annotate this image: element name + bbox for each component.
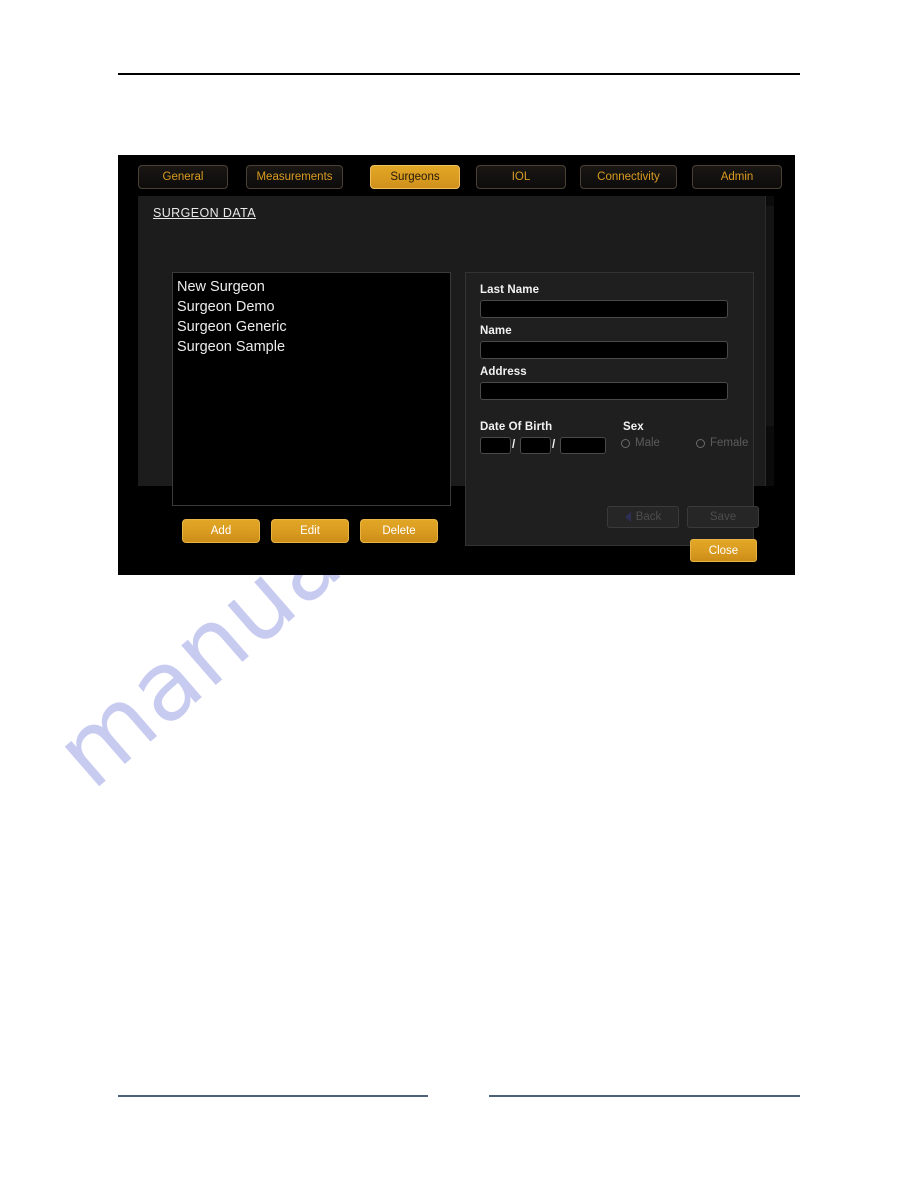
tab-measurements[interactable]: Measurements <box>246 165 343 189</box>
tab-connectivity-label: Connectivity <box>597 171 660 183</box>
tab-surgeons-label: Surgeons <box>390 171 440 183</box>
close-button[interactable]: Close <box>690 539 757 562</box>
delete-button-label: Delete <box>382 525 416 537</box>
sex-radio-male-label: Male <box>635 437 660 449</box>
name-input[interactable] <box>480 341 728 359</box>
address-label: Address <box>480 366 527 378</box>
tab-connectivity[interactable]: Connectivity <box>580 165 677 189</box>
list-item[interactable]: Surgeon Sample <box>173 337 450 357</box>
date-separator-2: / <box>552 439 556 451</box>
save-button-label: Save <box>709 511 737 523</box>
sex-radio-female[interactable]: Female <box>696 437 748 449</box>
edit-button[interactable]: Edit <box>271 519 349 543</box>
save-button[interactable]: Save <box>687 506 759 528</box>
footer-rule-left <box>118 1095 428 1097</box>
page-header-rule <box>118 73 800 75</box>
tab-general-label: General <box>162 171 204 183</box>
tab-surgeons[interactable]: Surgeons <box>370 165 460 189</box>
date-of-birth-month-input[interactable] <box>520 437 551 454</box>
list-item[interactable]: New Surgeon <box>173 277 450 297</box>
date-of-birth-year-input[interactable] <box>560 437 606 454</box>
tab-admin[interactable]: Admin <box>692 165 782 189</box>
close-button-label: Close <box>708 544 739 557</box>
tab-iol-label: IOL <box>511 171 531 183</box>
surgeon-data-panel: SURGEON DATA New Surgeon Surgeon Demo Su… <box>138 196 765 546</box>
list-action-bar: Add Edit Delete <box>182 519 452 544</box>
radio-unchecked-icon <box>621 438 630 448</box>
address-input[interactable] <box>480 382 728 400</box>
last-name-label: Last Name <box>480 284 540 296</box>
last-name-input[interactable] <box>480 300 728 318</box>
list-item[interactable]: Surgeon Generic <box>173 317 450 337</box>
back-button-label: Back <box>635 511 662 523</box>
list-item[interactable]: Surgeon Demo <box>173 297 450 317</box>
sex-label: Sex <box>623 421 644 433</box>
tab-iol[interactable]: IOL <box>476 165 566 189</box>
name-label: Name <box>480 325 512 337</box>
back-button[interactable]: Back <box>607 506 679 528</box>
sex-radio-female-label: Female <box>710 437 749 449</box>
add-button-label: Add <box>210 525 232 537</box>
add-button[interactable]: Add <box>182 519 260 543</box>
panel-scrollbar-thumb[interactable] <box>766 206 774 426</box>
delete-button[interactable]: Delete <box>360 519 438 543</box>
radio-unchecked-icon <box>696 438 705 448</box>
back-arrow-icon <box>624 512 631 522</box>
date-of-birth-label: Date Of Birth <box>480 421 553 433</box>
settings-tab-bar: General Measurements Surgeons IOL Connec… <box>138 165 782 191</box>
surgeon-settings-dialog: General Measurements Surgeons IOL Connec… <box>118 155 795 575</box>
footer-rule-right <box>489 1095 800 1097</box>
panel-scrollbar[interactable] <box>765 196 774 486</box>
date-of-birth-day-input[interactable] <box>480 437 511 454</box>
tab-general[interactable]: General <box>138 165 228 189</box>
tab-admin-label: Admin <box>720 171 754 183</box>
date-separator-1: / <box>512 439 516 451</box>
page-title: SURGEON DATA <box>153 206 256 220</box>
surgeon-list[interactable]: New Surgeon Surgeon Demo Surgeon Generic… <box>172 272 451 506</box>
edit-button-label: Edit <box>300 525 320 537</box>
sex-radio-male[interactable]: Male <box>621 437 660 449</box>
surgeon-detail-form: Last Name Name Address Date Of Birth / /… <box>465 272 759 546</box>
tab-measurements-label: Measurements <box>256 171 333 183</box>
